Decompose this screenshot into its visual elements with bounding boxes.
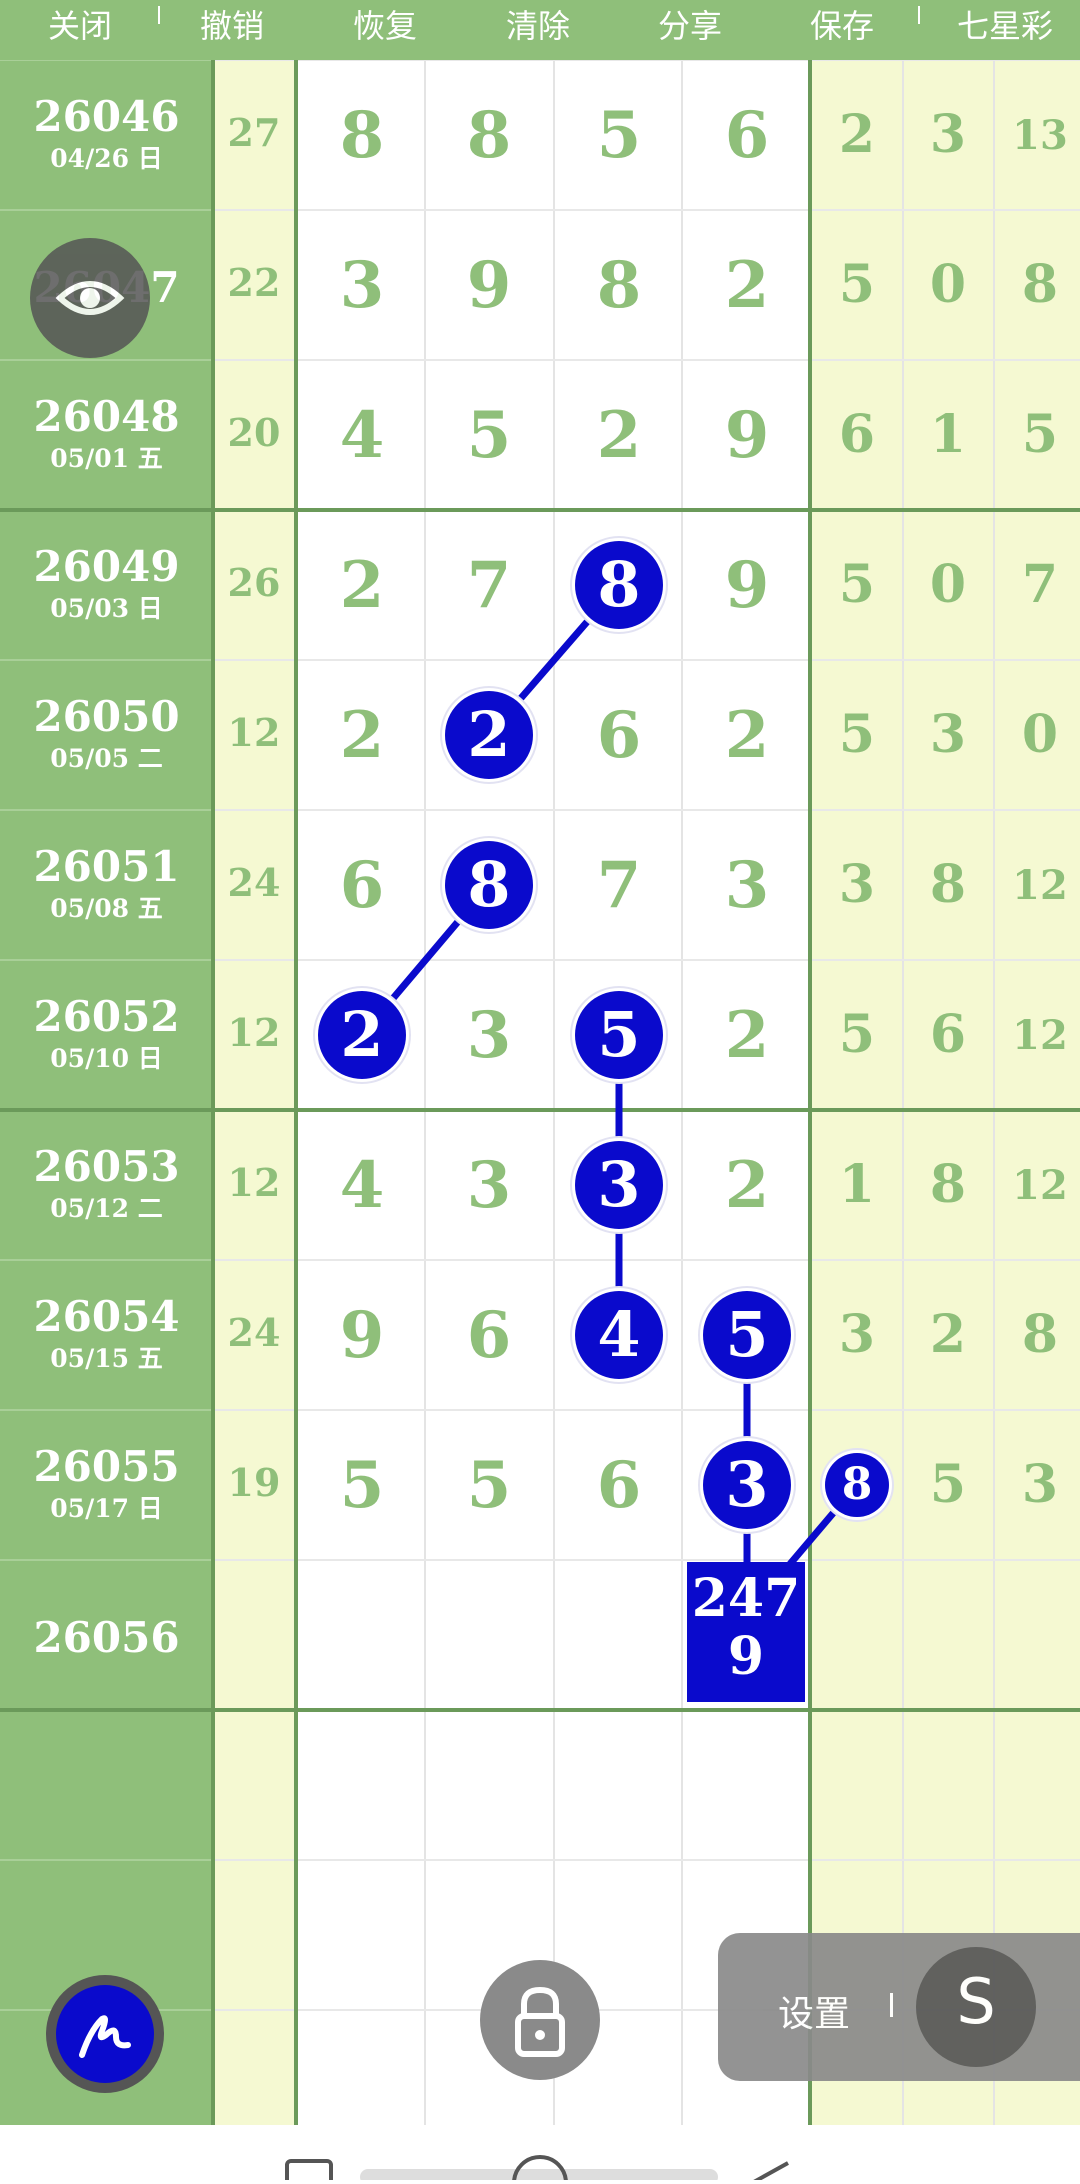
highlight-circle[interactable]: 3 bbox=[703, 1441, 791, 1529]
lottery-type-button[interactable]: 七星彩 bbox=[935, 0, 1075, 60]
save-button[interactable]: 保存 bbox=[782, 0, 902, 60]
home-bar-icon bbox=[360, 2169, 718, 2184]
toolbar: 关闭 撤销 恢复 清除 分享 保存 七星彩 bbox=[0, 0, 1080, 60]
highlight-circle[interactable]: 5 bbox=[703, 1291, 791, 1379]
close-button[interactable]: 关闭 bbox=[20, 0, 140, 60]
highlight-circle[interactable]: 2 bbox=[318, 991, 406, 1079]
highlight-circle[interactable]: 8 bbox=[825, 1453, 889, 1517]
toolbar-divider bbox=[918, 6, 920, 24]
prediction-line-2: 9 bbox=[727, 1626, 765, 1687]
trend-chart-grid[interactable]: 2604604/26 日2788562313260472239825082604… bbox=[0, 60, 1080, 2125]
eye-button[interactable] bbox=[30, 238, 150, 358]
redo-button[interactable]: 恢复 bbox=[325, 0, 445, 60]
pen-icon bbox=[79, 2015, 131, 2058]
highlight-circle[interactable]: 3 bbox=[575, 1141, 663, 1229]
prediction-box[interactable]: 247 9 bbox=[687, 1562, 805, 1702]
prediction-line-1: 247 bbox=[691, 1568, 801, 1629]
recent-apps-icon bbox=[285, 2159, 333, 2184]
settings-panel: 设置 S bbox=[718, 1933, 1080, 2081]
back-icon bbox=[747, 2161, 789, 2184]
highlight-circle[interactable]: 2 bbox=[445, 691, 533, 779]
toolbar-divider bbox=[158, 6, 160, 24]
highlight-circle[interactable]: 8 bbox=[575, 541, 663, 629]
eye-icon bbox=[55, 281, 125, 315]
s-button[interactable]: S bbox=[916, 1947, 1036, 2067]
settings-label[interactable]: 设置 bbox=[778, 1985, 850, 2037]
highlight-circle[interactable]: 4 bbox=[575, 1291, 663, 1379]
trend-lines bbox=[359, 582, 860, 1567]
system-nav-icons bbox=[285, 2155, 789, 2184]
pen-button[interactable] bbox=[46, 1975, 164, 2093]
clear-button[interactable]: 清除 bbox=[478, 0, 598, 60]
share-button[interactable]: 分享 bbox=[630, 0, 750, 60]
highlight-circle[interactable]: 5 bbox=[575, 991, 663, 1079]
lock-button[interactable] bbox=[480, 1960, 600, 2080]
s-icon: S bbox=[956, 1965, 996, 2038]
system-nav-bar bbox=[0, 2125, 1080, 2184]
highlight-circle[interactable]: 8 bbox=[445, 841, 533, 929]
settings-divider bbox=[890, 1993, 893, 2017]
undo-button[interactable]: 撤销 bbox=[172, 0, 292, 60]
lock-icon bbox=[515, 1986, 565, 2057]
